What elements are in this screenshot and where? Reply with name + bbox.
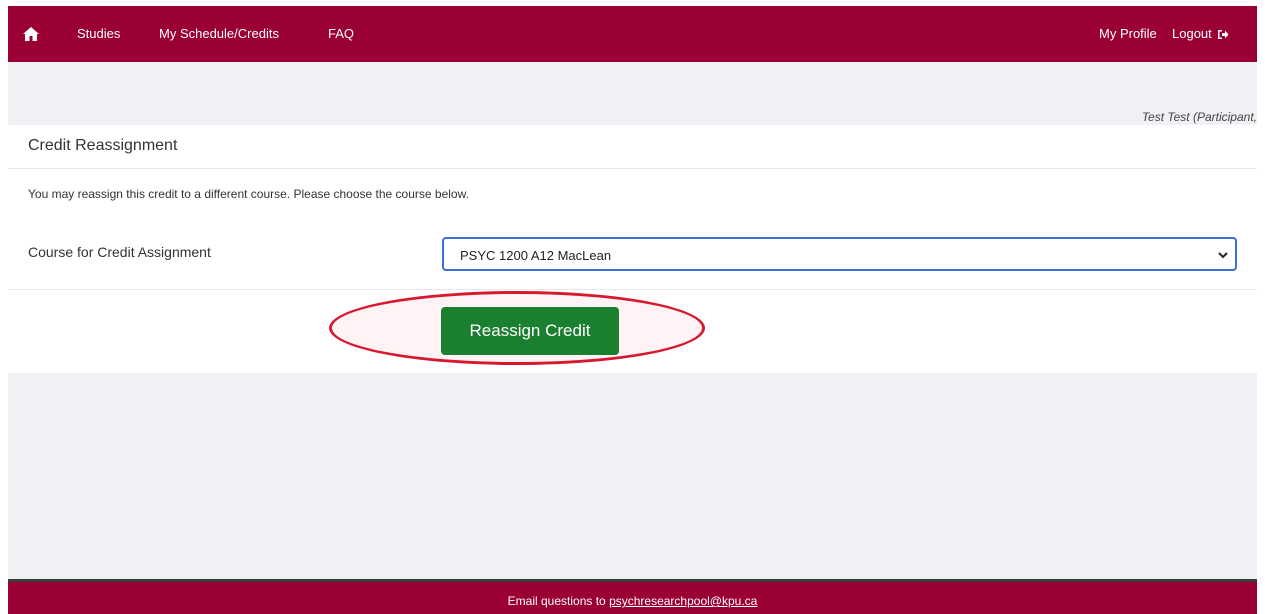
current-user: Test Test (Participant, [1141,110,1257,124]
top-navbar: Studies My Schedule/Credits FAQ My Profi… [8,6,1257,62]
browser-viewport: Studies My Schedule/Credits FAQ My Profi… [0,0,1265,614]
page: Studies My Schedule/Credits FAQ My Profi… [8,6,1257,614]
footer: Email questions to psychresearchpool@kpu… [8,579,1257,614]
course-select[interactable]: PSYC 1200 A12 MacLean [442,237,1237,271]
course-field-label: Course for Credit Assignment [28,244,211,260]
form-divider [8,289,1257,290]
home-icon[interactable] [22,25,40,43]
nav-studies[interactable]: Studies [77,26,120,41]
nav-my-schedule-credits[interactable]: My Schedule/Credits [159,26,279,41]
reassign-credit-button[interactable]: Reassign Credit [441,307,619,355]
nav-logout[interactable]: Logout [1172,26,1229,41]
credit-reassignment-panel: Credit Reassignment You may reassign thi… [8,125,1257,373]
instructions-text: You may reassign this credit to a differ… [28,187,469,201]
course-select-value: PSYC 1200 A12 MacLean [460,248,612,263]
logout-icon [1217,30,1229,39]
footer-text: Email questions to psychresearchpool@kpu… [8,594,1257,608]
panel-header-divider [8,168,1257,169]
nav-my-profile[interactable]: My Profile [1099,26,1157,41]
footer-email-link[interactable]: psychresearchpool@kpu.ca [609,594,757,608]
panel-title: Credit Reassignment [28,137,178,154]
chevron-down-icon [1218,252,1228,259]
footer-prefix: Email questions to [507,594,610,608]
logout-label: Logout [1172,26,1212,41]
nav-faq[interactable]: FAQ [328,26,354,41]
